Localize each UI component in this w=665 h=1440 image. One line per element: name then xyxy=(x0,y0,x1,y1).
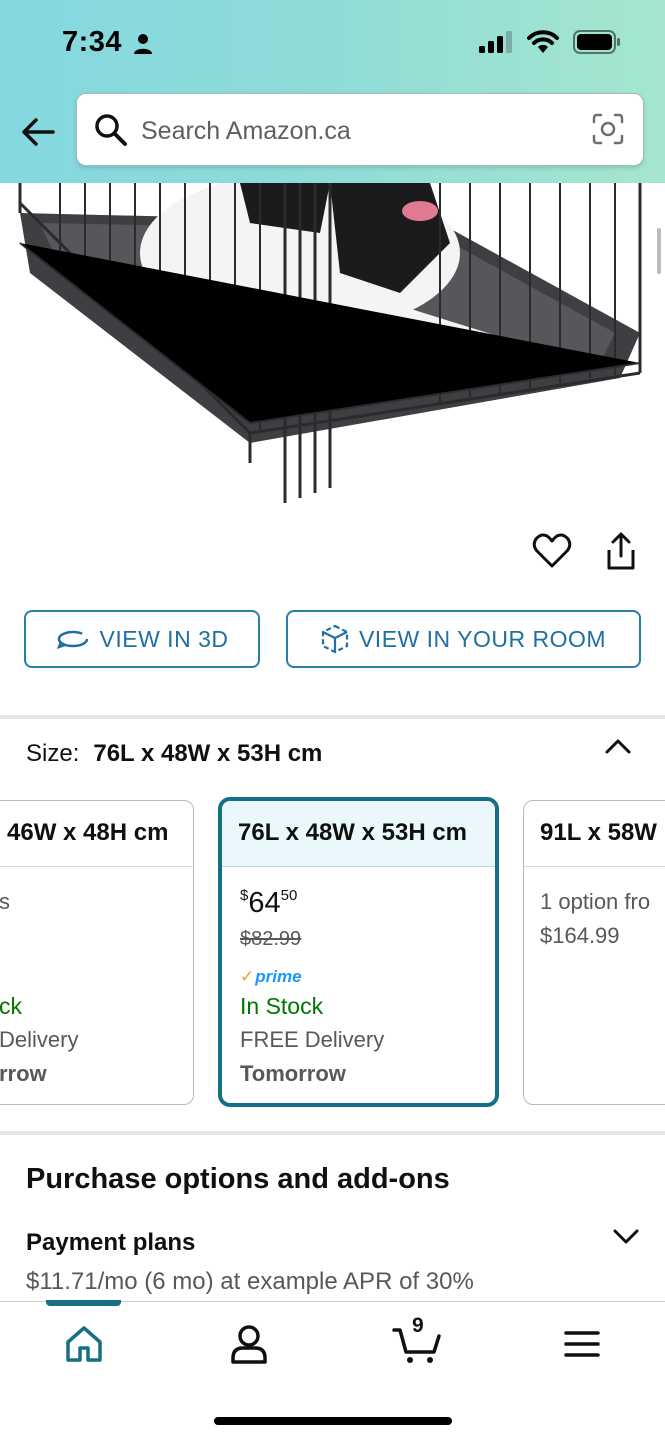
header: 7:34 Search Amazon.ca xyxy=(0,0,665,183)
size-option-title: 91L x 58W xyxy=(524,801,665,867)
size-option-count: 1 option fro xyxy=(540,889,651,914)
size-option-price-partial: s xyxy=(0,889,10,914)
back-arrow-icon[interactable] xyxy=(18,112,58,152)
prime-check-icon: ✓ xyxy=(240,967,255,986)
heart-icon[interactable] xyxy=(532,531,572,571)
size-option-card[interactable]: 46W x 48H cm s ck Delivery rrow xyxy=(0,800,194,1105)
payment-plans-title[interactable]: Payment plans xyxy=(26,1229,195,1257)
section-divider xyxy=(0,715,665,719)
status-icons xyxy=(479,30,621,54)
price-whole: 64 xyxy=(248,887,281,919)
in-stock-text: In Stock xyxy=(240,993,324,1019)
list-price: $82.99 xyxy=(240,928,302,950)
battery-icon xyxy=(573,30,620,54)
share-icon[interactable] xyxy=(601,530,641,572)
delivery-day: Tomorrow xyxy=(240,1061,346,1086)
chevron-down-icon[interactable] xyxy=(612,1226,640,1246)
price-fraction: 50 xyxy=(280,887,298,904)
cellular-signal-icon xyxy=(479,31,512,53)
view-in-3d-label: VIEW IN 3D xyxy=(99,625,229,652)
camera-scan-icon[interactable] xyxy=(591,112,625,146)
home-indicator[interactable] xyxy=(214,1417,452,1425)
view-in-your-room-label: VIEW IN YOUR ROOM xyxy=(358,625,607,652)
ar-cube-icon xyxy=(321,624,349,654)
prime-label: prime xyxy=(255,967,302,986)
size-option-title: 46W x 48H cm xyxy=(0,801,193,867)
status-time: 7:34 xyxy=(62,26,123,58)
account-icon[interactable] xyxy=(227,1322,271,1366)
search-icon xyxy=(95,114,127,146)
size-option-stock: ck xyxy=(0,993,22,1019)
chevron-up-icon[interactable] xyxy=(604,736,632,756)
menu-icon[interactable] xyxy=(560,1322,604,1366)
home-icon[interactable] xyxy=(62,1322,106,1366)
size-option-delivery-day: rrow xyxy=(0,1061,47,1086)
search-input[interactable]: Search Amazon.ca xyxy=(76,93,644,166)
size-option-title: 76L x 48W x 53H cm xyxy=(222,801,495,867)
nav-active-indicator xyxy=(46,1300,121,1306)
size-option-delivery: Delivery xyxy=(0,1027,79,1052)
size-selected-value: 76L x 48W x 53H cm xyxy=(93,740,323,767)
prime-badge: ✓prime xyxy=(240,967,302,987)
product-image[interactable] xyxy=(0,183,665,523)
size-selector-header[interactable]: Size: 76L x 48W x 53H cm xyxy=(26,740,322,768)
wifi-icon xyxy=(527,30,559,53)
size-option-card[interactable]: 91L x 58W 1 option fro $164.99 xyxy=(523,800,665,1105)
bottom-nav: 9 xyxy=(0,1300,665,1440)
size-label: Size: xyxy=(26,740,80,767)
image-scroll-indicator xyxy=(657,228,661,274)
view-in-your-room-button[interactable]: VIEW IN YOUR ROOM xyxy=(286,610,641,668)
delivery-text: FREE Delivery xyxy=(240,1027,385,1052)
purchase-options-title: Purchase options and add-ons xyxy=(26,1163,450,1195)
section-divider xyxy=(0,1131,665,1135)
payment-plans-text: $11.71/mo (6 mo) at example APR of 30% xyxy=(26,1268,474,1295)
rotate-3d-icon xyxy=(56,630,88,650)
view-in-3d-button[interactable]: VIEW IN 3D xyxy=(24,610,260,668)
price: $6450 xyxy=(240,887,297,920)
cart-count-badge: 9 xyxy=(412,1314,424,1337)
person-icon xyxy=(134,34,152,54)
size-option-card-selected[interactable]: 76L x 48W x 53H cm $6450 $82.99 ✓prime I… xyxy=(218,797,499,1107)
search-placeholder: Search Amazon.ca xyxy=(141,117,351,145)
size-option-price: $164.99 xyxy=(540,923,620,948)
dog-crate-image xyxy=(18,183,642,503)
